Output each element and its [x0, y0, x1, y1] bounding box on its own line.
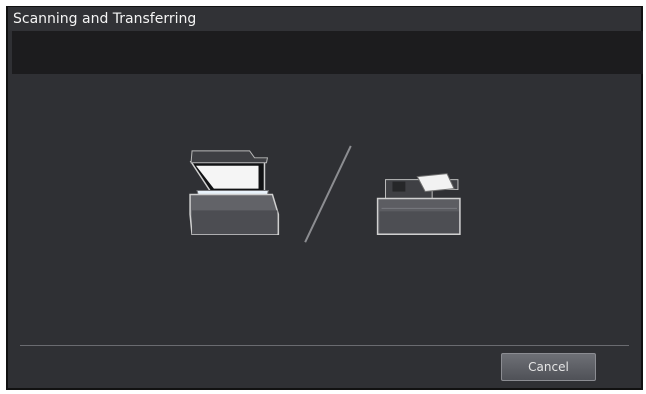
separator-slash	[304, 145, 352, 243]
message-bar	[12, 31, 643, 74]
dialog-title: Scanning and Transferring	[13, 11, 197, 27]
scanning-dialog: Scanning and Transferring Cancel	[6, 6, 643, 390]
title-bar: Scanning and Transferring	[8, 7, 641, 31]
document-feeder-scanner-icon	[376, 173, 461, 235]
flatbed-scanner-icon	[189, 150, 280, 235]
footer-divider	[20, 345, 629, 346]
cancel-button[interactable]: Cancel	[501, 353, 596, 381]
